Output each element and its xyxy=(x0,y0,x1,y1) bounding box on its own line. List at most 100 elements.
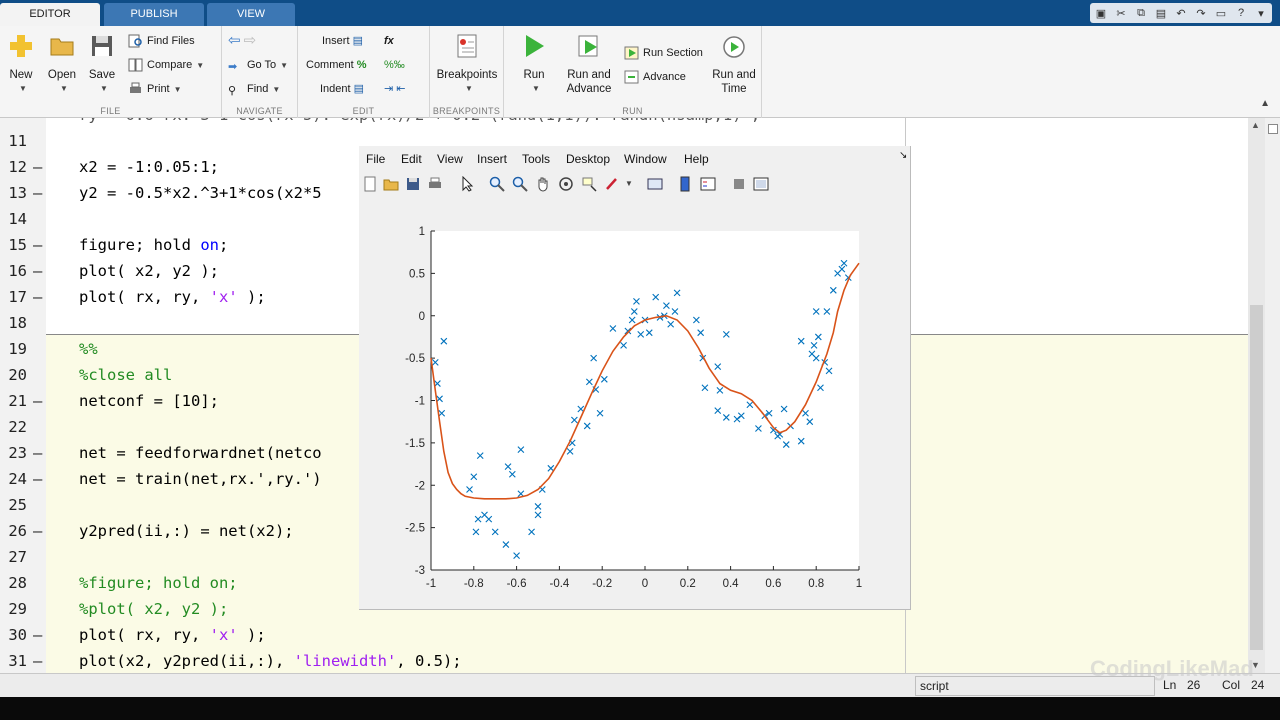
dock-arrow-icon[interactable]: ↘ xyxy=(899,150,907,161)
insert-colorbar-icon[interactable] xyxy=(677,176,693,192)
run-button[interactable]: Run ▼ xyxy=(518,32,550,96)
go-to-button[interactable]: ➡ Go To ▼ xyxy=(228,56,288,74)
collapse-ribbon-icon[interactable]: ▲ xyxy=(1260,98,1270,109)
pan-hand-icon[interactable] xyxy=(535,176,551,192)
hide-plot-tools-icon[interactable] xyxy=(731,176,747,192)
rotate-3d-icon[interactable] xyxy=(558,176,574,192)
comment-text: %% xyxy=(79,340,98,358)
menu-window[interactable]: Window xyxy=(624,152,667,166)
find-files-button[interactable]: Find Files xyxy=(128,32,195,50)
executable-line-marker[interactable]: — xyxy=(33,648,42,673)
code-text: %figure; hold on; xyxy=(79,570,238,596)
y-tick-label: -1 xyxy=(415,396,425,408)
string-literal: 'x' xyxy=(209,288,238,306)
edit-plot-arrow-icon[interactable] xyxy=(459,176,475,192)
save-figure-icon[interactable] xyxy=(405,176,421,192)
redo-icon[interactable]: ↷ xyxy=(1194,7,1208,20)
indent-button[interactable]: Indent ▤ xyxy=(320,80,364,98)
figure-window[interactable]: File Edit View Insert Tools Desktop Wind… xyxy=(359,146,911,610)
wrap-comments-button[interactable]: %‰ xyxy=(384,56,405,74)
advance-button[interactable]: Advance xyxy=(624,68,686,86)
executable-line-marker[interactable]: — xyxy=(33,154,42,180)
y-tick-label: -1.5 xyxy=(405,438,425,450)
code-text: net = feedforwardnet(netco xyxy=(79,444,322,462)
insert-button[interactable]: Insert ▤ xyxy=(322,32,363,50)
code-line[interactable]: 31 — plot(x2, y2pred(ii,:), 'linewidth', 0… xyxy=(0,648,1248,673)
tab-view[interactable]: VIEW xyxy=(207,3,295,26)
open-file-icon[interactable] xyxy=(383,176,399,192)
executable-line-marker[interactable]: — xyxy=(33,284,42,310)
zoom-in-icon[interactable] xyxy=(489,176,505,192)
executable-line-marker[interactable]: — xyxy=(33,180,42,206)
executable-line-marker[interactable]: — xyxy=(33,518,42,544)
print-figure-icon[interactable] xyxy=(427,176,443,192)
find-button[interactable]: ⚲ Find ▼ xyxy=(228,80,280,98)
chevron-down-icon: ▼ xyxy=(173,85,182,94)
new-button[interactable]: New ▼ xyxy=(4,32,38,96)
indent-increase-button[interactable]: ⇥ ⇤ xyxy=(384,80,406,98)
chevron-down-icon[interactable]: ▾ xyxy=(1254,7,1268,20)
run-and-time-button[interactable]: Run and Time xyxy=(710,32,758,96)
executable-line-marker[interactable]: — xyxy=(33,466,42,492)
menu-file[interactable]: File xyxy=(366,152,385,166)
paste-icon[interactable]: ▤ xyxy=(1154,7,1168,20)
run-section-button[interactable]: Run Section xyxy=(624,44,703,62)
find-files-icon xyxy=(128,34,142,48)
menu-view[interactable]: View xyxy=(437,152,463,166)
link-plot-icon[interactable] xyxy=(647,176,663,192)
comment-button[interactable]: Comment % xyxy=(306,56,367,74)
back-arrow-icon[interactable]: ⇦ xyxy=(228,32,241,49)
x-tick-label: -0.6 xyxy=(507,578,527,590)
tab-publish[interactable]: PUBLISH xyxy=(104,3,204,26)
chevron-down-icon: ▼ xyxy=(100,84,108,93)
undo-icon[interactable]: ↶ xyxy=(1174,7,1188,20)
insert-function-button[interactable]: fx xyxy=(384,32,394,50)
save-button[interactable]: Save ▼ xyxy=(86,32,118,96)
run-and-advance-label-1: Run and xyxy=(567,69,611,81)
executable-line-marker[interactable]: — xyxy=(33,232,42,258)
chevron-down-icon: ▼ xyxy=(272,85,281,94)
data-cursor-icon[interactable] xyxy=(581,176,597,192)
line-number: 15 xyxy=(8,236,27,254)
menu-desktop[interactable]: Desktop xyxy=(566,152,610,166)
code-text: plot( x2, y2 ); xyxy=(79,262,219,280)
help-icon[interactable]: ? xyxy=(1234,7,1248,19)
menu-edit[interactable]: Edit xyxy=(401,152,422,166)
save-icon[interactable]: ▣ xyxy=(1094,7,1108,20)
show-plot-tools-icon[interactable] xyxy=(753,176,769,192)
string-literal: 'linewidth' xyxy=(293,652,397,670)
scroll-up-arrow-icon[interactable]: ▲ xyxy=(1251,120,1260,130)
x-tick-label: 0.4 xyxy=(723,578,740,590)
compare-button[interactable]: Compare ▼ xyxy=(128,56,204,74)
menu-tools[interactable]: Tools xyxy=(522,152,550,166)
x-tick-label: 0.6 xyxy=(765,578,781,590)
tab-editor[interactable]: EDITOR xyxy=(0,3,100,26)
executable-line-marker[interactable]: — xyxy=(33,440,42,466)
open-button[interactable]: Open ▼ xyxy=(44,32,80,96)
new-figure-icon[interactable] xyxy=(362,176,378,192)
advance-icon xyxy=(624,70,639,84)
cut-icon[interactable]: ✂ xyxy=(1114,7,1128,20)
brush-icon[interactable] xyxy=(604,176,620,192)
zoom-out-icon[interactable] xyxy=(512,176,528,192)
back-forward-buttons[interactable]: ⇦ ⇨ xyxy=(228,32,256,50)
print-button[interactable]: Print ▼ xyxy=(128,80,182,98)
menu-insert[interactable]: Insert xyxy=(477,152,507,166)
run-and-advance-button[interactable]: Run and Advance xyxy=(566,32,612,96)
code-text: %close all xyxy=(79,362,172,388)
scrollbar-thumb[interactable] xyxy=(1250,305,1263,650)
x-tick-label: 1 xyxy=(856,578,862,590)
stopwatch-icon xyxy=(723,36,745,58)
copy-icon[interactable]: ⧉ xyxy=(1134,7,1148,20)
breakpoints-button[interactable]: Breakpoints ▼ xyxy=(436,32,498,96)
forward-arrow-icon[interactable]: ⇨ xyxy=(244,32,257,49)
menu-help[interactable]: Help xyxy=(684,152,709,166)
code-line[interactable]: 30 — plot( rx, ry, 'x' ); xyxy=(0,622,1248,648)
executable-line-marker[interactable]: — xyxy=(33,622,42,648)
chevron-down-icon[interactable]: ▼ xyxy=(625,179,641,195)
executable-line-marker[interactable]: — xyxy=(33,258,42,284)
executable-line-marker[interactable]: — xyxy=(33,388,42,414)
insert-legend-icon[interactable] xyxy=(700,176,716,192)
switch-windows-icon[interactable]: ▭ xyxy=(1214,7,1228,20)
plot-axes[interactable]: -1 -0.8 -0.6 -0.4 -0.2 0 0.2 0.4 0.6 0.8 1 1 0.5 0 -0.… xyxy=(359,196,911,610)
